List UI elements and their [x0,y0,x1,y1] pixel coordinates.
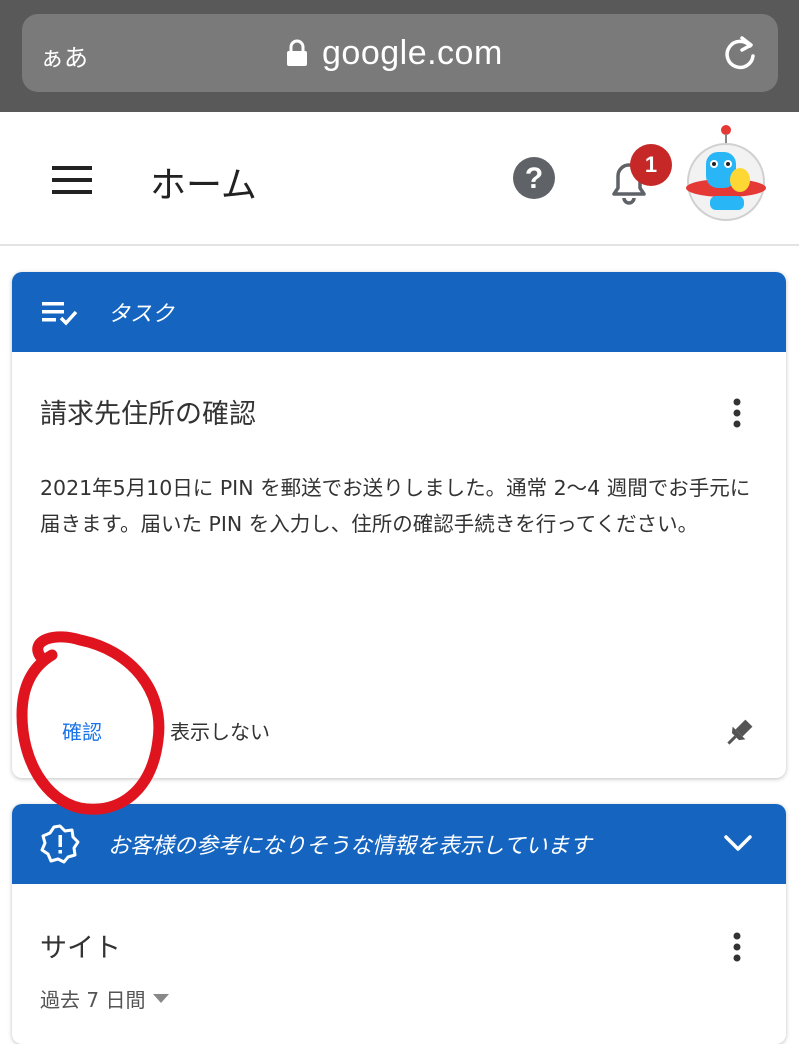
task-description: 2021年5月10日に PIN を郵送でお送りしました。通常 2〜4 週間でお手… [40,476,751,536]
pin-icon[interactable] [722,716,756,750]
chevron-down-icon[interactable] [720,830,756,856]
period-label: 過去 7 日間 [40,988,146,1012]
more-options-icon[interactable] [732,398,742,428]
url-text: google.com [322,33,503,72]
svg-text:?: ? [525,162,543,195]
help-icon[interactable]: ? [512,156,556,200]
reload-icon[interactable] [722,34,758,72]
notification-badge: 1 [630,144,672,186]
period-dropdown[interactable]: 過去 7 日間 [40,984,170,1013]
insights-card-header[interactable]: お客様の参考になりそうな情報を表示しています [12,804,786,884]
task-card-header: タスク [12,272,786,352]
section-title: サイト [40,933,121,964]
confirm-button[interactable]: 確認 [62,716,102,745]
task-card: タスク 請求先住所の確認 2021年5月10日に PIN を郵送でお送りしました… [12,272,786,778]
alert-badge-icon [40,824,80,864]
lock-icon [287,39,307,66]
insights-card-label: お客様の参考になりそうな情報を表示しています [108,834,592,859]
url-display[interactable]: google.com [286,30,503,76]
dropdown-arrow-icon [153,993,170,1003]
more-options-icon[interactable] [732,932,742,962]
task-title: 請求先住所の確認 [40,399,256,430]
avatar[interactable] [684,122,768,232]
insights-card: お客様の参考になりそうな情報を表示しています サイト 過去 7 日間 [12,804,786,1044]
page-title: ホーム [150,165,257,206]
menu-icon[interactable] [52,166,92,194]
browser-toolbar: ぁあ google.com [0,0,799,112]
text-size-button[interactable]: ぁあ [40,38,88,73]
task-card-label: タスク [108,302,175,327]
dismiss-button[interactable]: 表示しない [170,716,270,745]
task-list-icon [42,302,78,326]
app-header: ホーム ? 1 [0,112,799,246]
